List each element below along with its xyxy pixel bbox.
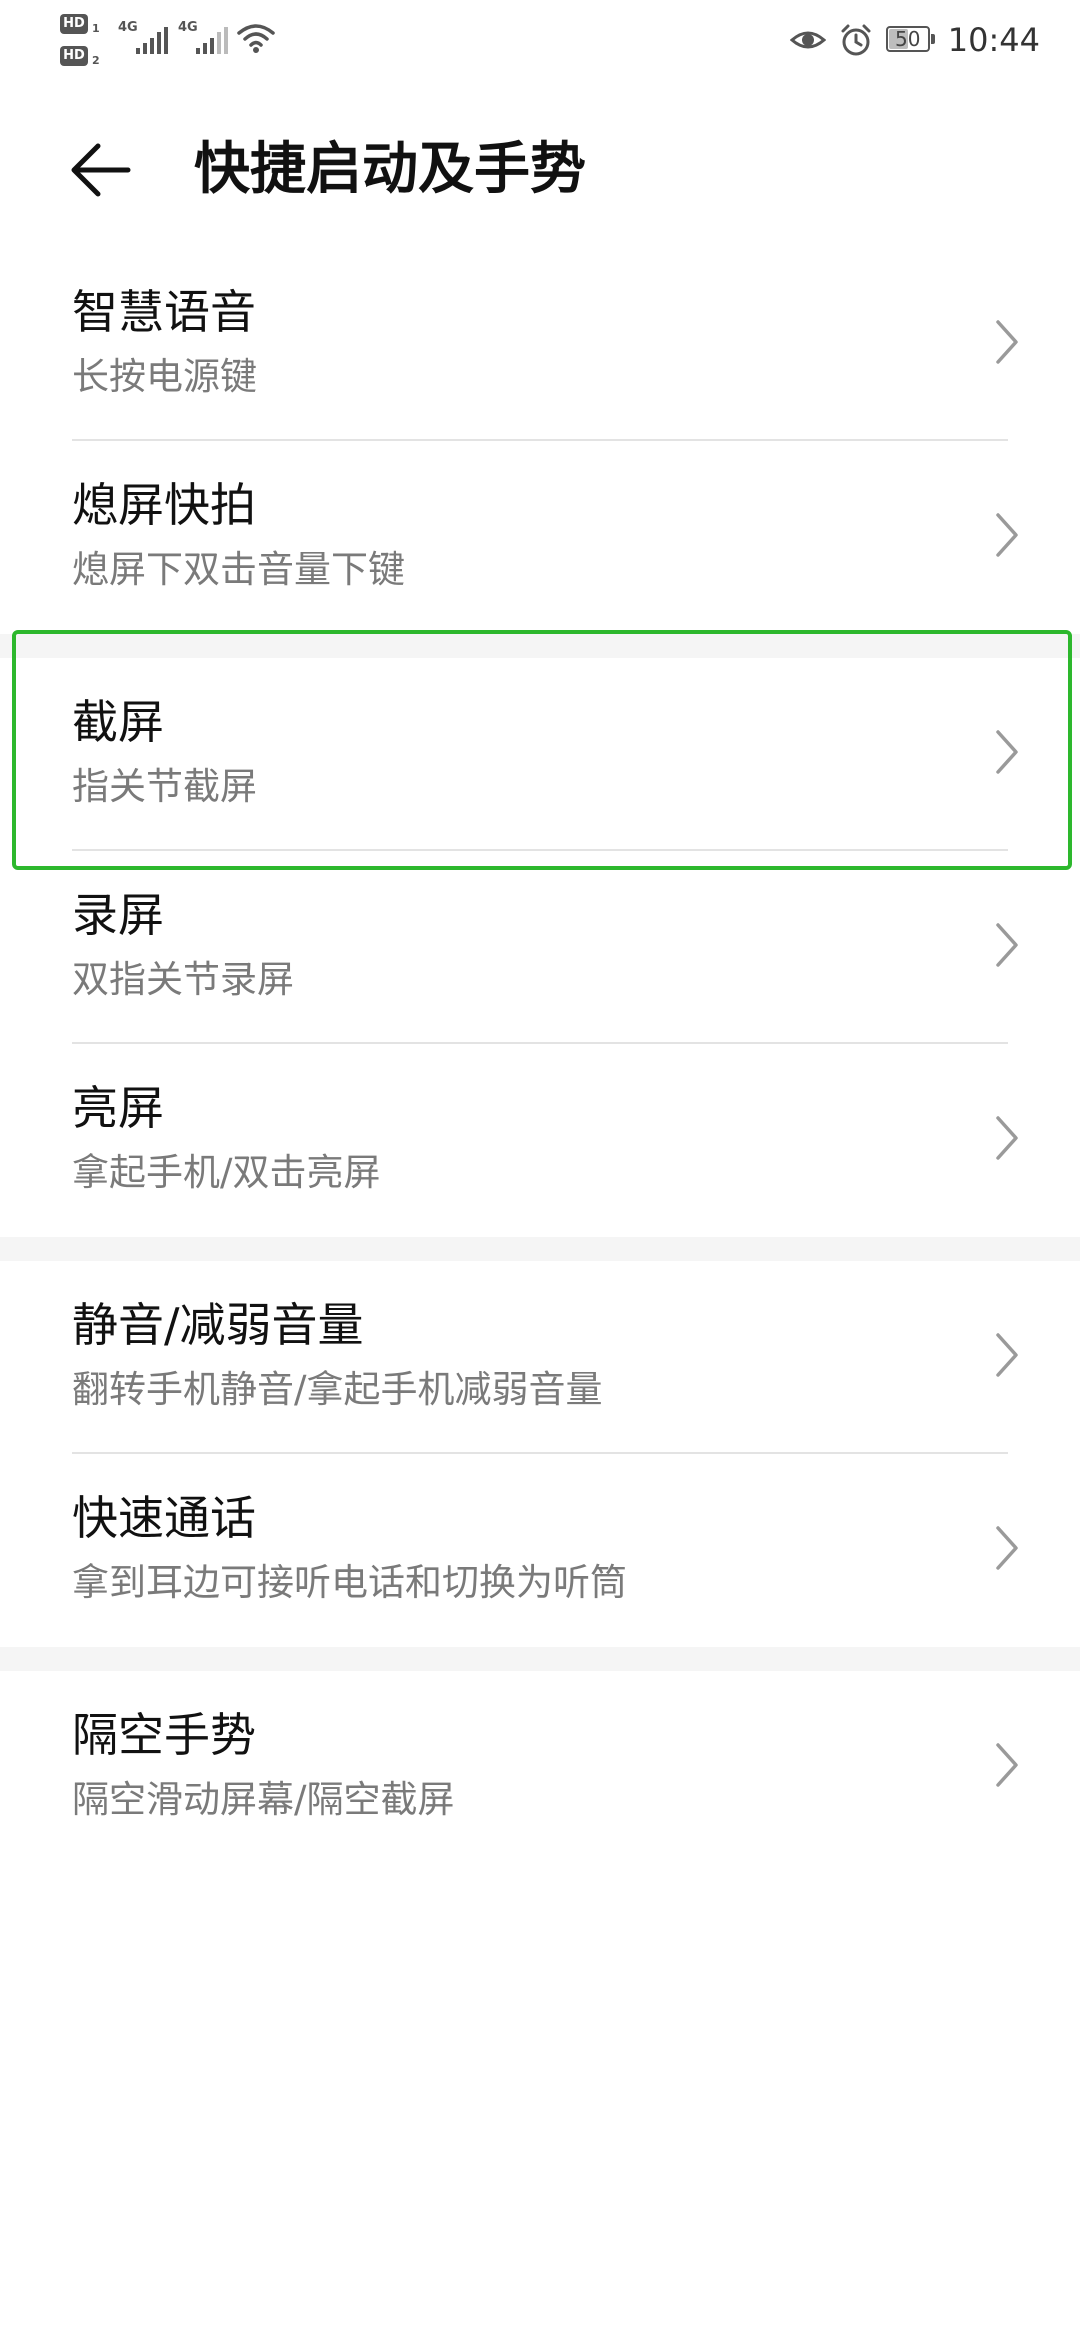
battery-indicator: 50 bbox=[885, 26, 938, 54]
wifi-icon bbox=[237, 24, 275, 53]
page-title: 快捷启动及手势 bbox=[194, 137, 586, 202]
item-title: 截屏 bbox=[72, 695, 164, 749]
list-item-screen-off-snapshot[interactable]: 熄屏快拍 熄屏下双击音量下键 bbox=[0, 441, 1080, 634]
item-subtitle: 长按电源键 bbox=[72, 355, 257, 398]
group-separator bbox=[0, 1647, 1080, 1671]
item-subtitle: 拿到耳边可接听电话和切换为听筒 bbox=[72, 1561, 627, 1604]
list-item-wake-screen[interactable]: 亮屏 拿起手机/双击亮屏 bbox=[0, 1044, 1080, 1237]
item-title: 录屏 bbox=[72, 888, 164, 942]
item-subtitle: 隔空滑动屏幕/隔空截屏 bbox=[72, 1778, 455, 1821]
item-title: 智慧语音 bbox=[72, 285, 256, 339]
chevron-right-icon bbox=[996, 730, 1018, 774]
settings-group: 智慧语音 长按电源键 熄屏快拍 熄屏下双击音量下键 bbox=[0, 248, 1080, 634]
battery-level: 50 bbox=[895, 27, 921, 51]
signal-icon bbox=[196, 27, 228, 54]
settings-list: 智慧语音 长按电源键 熄屏快拍 熄屏下双击音量下键 截屏 指关节截屏 录屏 双指… bbox=[0, 248, 1080, 1864]
item-subtitle: 翻转手机静音/拿起手机减弱音量 bbox=[72, 1368, 603, 1411]
chevron-right-icon bbox=[996, 513, 1018, 557]
hd-badge-sim2: HD bbox=[60, 46, 88, 66]
item-subtitle: 拿起手机/双击亮屏 bbox=[72, 1151, 381, 1194]
settings-group: 隔空手势 隔空滑动屏幕/隔空截屏 bbox=[0, 1671, 1080, 1864]
back-button[interactable] bbox=[60, 130, 140, 210]
group-separator bbox=[0, 634, 1080, 658]
status-bar: HD 1 HD 2 4G 4G 50 10:44 bbox=[0, 0, 1080, 76]
list-item-mute-volume[interactable]: 静音/减弱音量 翻转手机静音/拿起手机减弱音量 bbox=[0, 1261, 1080, 1454]
list-item-voice-assistant[interactable]: 智慧语音 长按电源键 bbox=[0, 248, 1080, 441]
item-title: 亮屏 bbox=[72, 1081, 164, 1135]
settings-group: 静音/减弱音量 翻转手机静音/拿起手机减弱音量 快速通话 拿到耳边可接听电话和切… bbox=[0, 1261, 1080, 1647]
list-item-screen-record[interactable]: 录屏 双指关节录屏 bbox=[0, 851, 1080, 1044]
chevron-right-icon bbox=[996, 923, 1018, 967]
item-subtitle: 双指关节录屏 bbox=[72, 958, 294, 1001]
group-separator bbox=[0, 1237, 1080, 1261]
item-subtitle: 熄屏下双击音量下键 bbox=[72, 548, 405, 591]
alarm-icon bbox=[841, 24, 871, 56]
sim2-index: 2 bbox=[92, 54, 100, 67]
item-title: 静音/减弱音量 bbox=[72, 1298, 364, 1352]
list-item-screenshot[interactable]: 截屏 指关节截屏 bbox=[0, 658, 1080, 851]
status-clock: 10:44 bbox=[947, 21, 1040, 59]
chevron-right-icon bbox=[996, 1743, 1018, 1787]
chevron-right-icon bbox=[996, 1333, 1018, 1377]
item-subtitle: 指关节截屏 bbox=[72, 765, 257, 808]
status-right: 50 10:44 bbox=[789, 14, 1040, 66]
settings-group: 截屏 指关节截屏 录屏 双指关节录屏 亮屏 拿起手机/双击亮屏 bbox=[0, 658, 1080, 1237]
app-header: 快捷启动及手势 bbox=[0, 100, 1080, 240]
chevron-right-icon bbox=[996, 320, 1018, 364]
eye-icon bbox=[789, 31, 826, 49]
list-item-quick-call[interactable]: 快速通话 拿到耳边可接听电话和切换为听筒 bbox=[0, 1454, 1080, 1647]
item-title: 隔空手势 bbox=[72, 1708, 256, 1762]
signal-icon bbox=[136, 27, 168, 54]
back-arrow-icon bbox=[71, 143, 131, 197]
battery-tip bbox=[930, 34, 935, 44]
chevron-right-icon bbox=[996, 1526, 1018, 1570]
item-title: 快速通话 bbox=[72, 1491, 256, 1545]
list-item-air-gesture[interactable]: 隔空手势 隔空滑动屏幕/隔空截屏 bbox=[0, 1671, 1080, 1864]
item-title: 熄屏快拍 bbox=[72, 478, 256, 532]
chevron-right-icon bbox=[996, 1116, 1018, 1160]
sim1-index: 1 bbox=[92, 22, 100, 35]
hd-badge-sim1: HD bbox=[60, 14, 88, 34]
